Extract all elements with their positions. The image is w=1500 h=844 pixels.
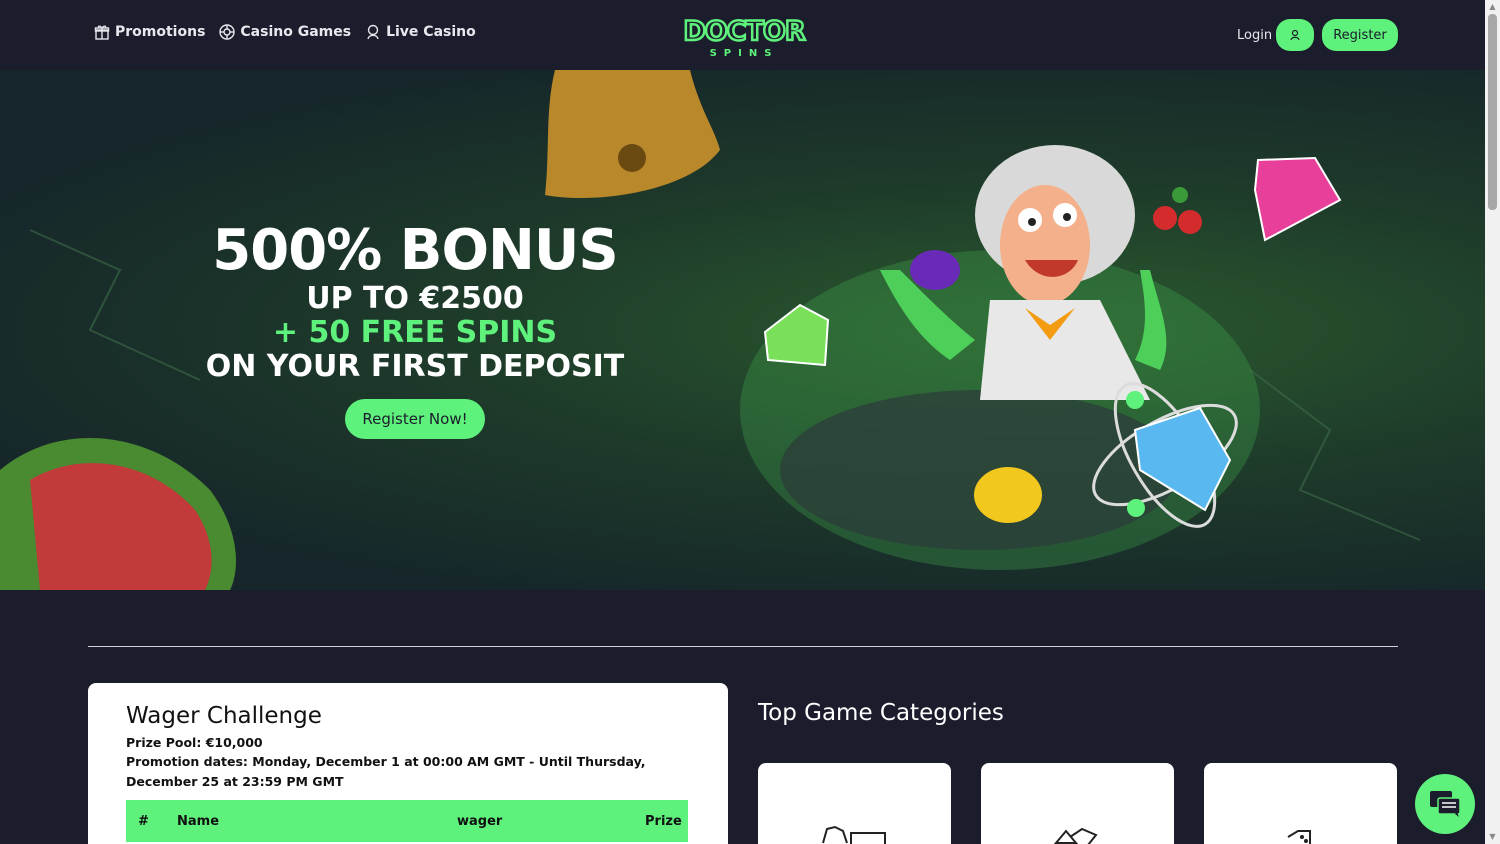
register-now-button[interactable]: Register Now!	[345, 399, 485, 439]
slot-machine-icon	[821, 825, 886, 844]
nav-live-casino-label: Live Casino	[386, 24, 476, 40]
cards-icon	[1053, 827, 1098, 844]
wager-dates: Promotion dates: Monday, December 1 at 0…	[126, 754, 646, 789]
category-card-table-games[interactable]	[981, 763, 1174, 844]
hero-promo-text: 500% BONUS UP TO €2500 + 50 FREE SPINS O…	[170, 220, 660, 384]
nav-promotions-label: Promotions	[115, 24, 206, 40]
scroll-down-arrow-icon[interactable]: ▼	[1488, 832, 1497, 841]
hero-line-3: ON YOUR FIRST DEPOSIT	[205, 349, 625, 384]
category-card-slots[interactable]	[758, 763, 951, 844]
live-chat-button[interactable]	[1415, 774, 1475, 834]
register-button[interactable]: Register	[1322, 19, 1398, 51]
site-header: Promotions Casino Games Live Casino DOCT…	[0, 0, 1485, 70]
plum-icon	[910, 250, 960, 290]
nav-casino-games[interactable]: Casino Games	[219, 24, 351, 40]
nav-casino-games-label: Casino Games	[240, 24, 352, 40]
hero-line-1: UP TO €2500	[306, 281, 524, 316]
login-button[interactable]	[1276, 19, 1315, 51]
chat-bubble-icon	[1430, 791, 1461, 817]
nav-live-casino[interactable]: Live Casino	[365, 24, 476, 40]
nav-promotions[interactable]: Promotions	[94, 24, 205, 40]
main-nav: Promotions Casino Games Live Casino	[94, 24, 476, 40]
table-header-name: Name	[177, 813, 220, 829]
bell-icon	[545, 70, 720, 198]
table-header-rank: #	[138, 813, 149, 829]
pink-diamond-icon	[1253, 156, 1342, 242]
lemon-icon	[974, 467, 1042, 523]
login-area: Login	[1237, 19, 1315, 51]
page-scrollbar[interactable]: ▲ ▼	[1485, 0, 1500, 844]
top-game-categories-title: Top Game Categories	[758, 700, 1004, 726]
wager-table-header: # Name wager Prize	[126, 800, 688, 842]
wager-challenge-card: Wager Challenge Prize Pool: €10,000 Prom…	[88, 683, 728, 844]
scroll-up-arrow-icon[interactable]: ▲	[1488, 2, 1497, 11]
green-diamond-icon	[763, 303, 830, 367]
svg-text:DOCTOR: DOCTOR	[683, 16, 806, 47]
wager-title: Wager Challenge	[126, 703, 322, 729]
hero-headline: 500% BONUS	[212, 218, 618, 283]
hero-banner: 500% BONUS UP TO €2500 + 50 FREE SPINS O…	[0, 70, 1485, 590]
scrollbar-thumb[interactable]	[1488, 14, 1497, 210]
table-header-wager: wager	[457, 813, 503, 829]
user-icon	[1290, 29, 1300, 41]
hero-line-2: + 50 FREE SPINS	[272, 315, 558, 350]
watermelon-icon	[0, 437, 236, 590]
wager-prize-pool: Prize Pool: €10,000	[126, 735, 263, 750]
dealer-icon	[367, 24, 379, 40]
table-header-prize: Prize	[645, 813, 682, 829]
dice-icon	[1286, 830, 1311, 844]
doctor-spins-logo[interactable]: DOCTOR SPINS	[674, 12, 814, 60]
poker-chip-icon	[219, 24, 236, 40]
section-divider	[88, 646, 1398, 647]
gift-icon	[94, 25, 110, 40]
svg-text:SPINS: SPINS	[710, 48, 779, 59]
cherries-icon	[1153, 187, 1202, 234]
login-link[interactable]: Login	[1237, 28, 1272, 43]
category-card-dice[interactable]	[1204, 763, 1397, 844]
